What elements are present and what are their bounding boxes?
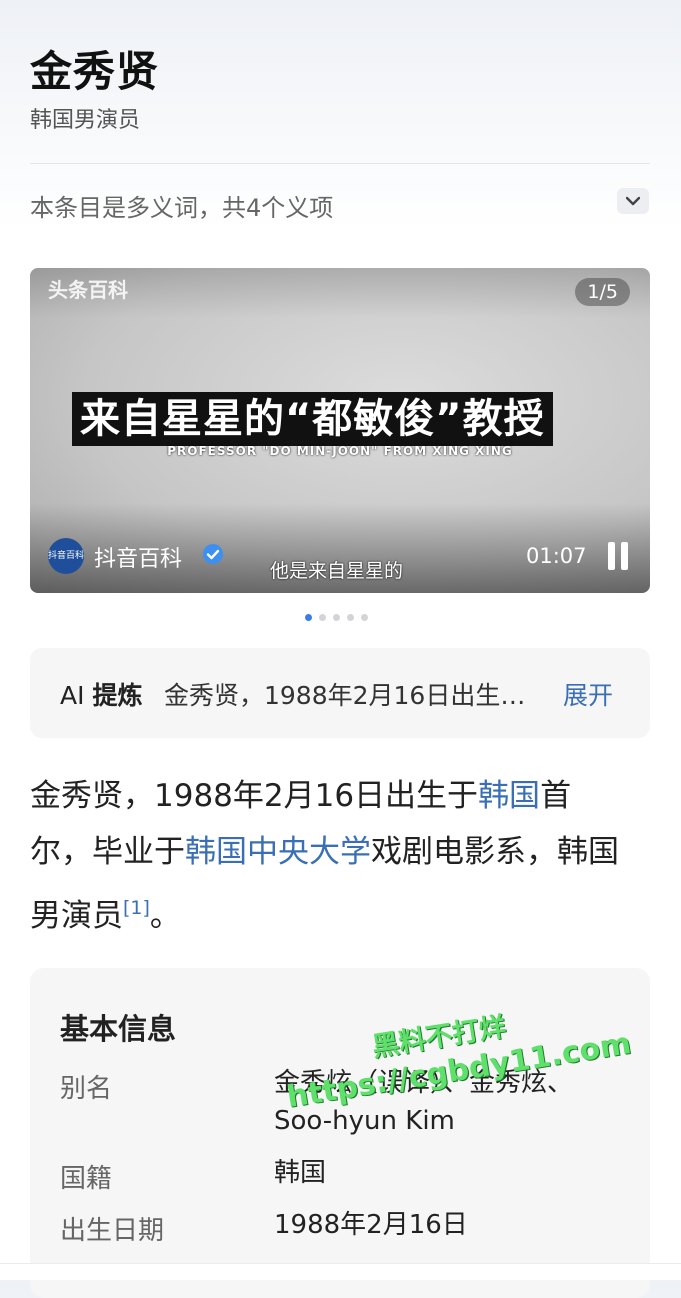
info-label-birthdate: 出生日期 <box>60 1216 165 1246</box>
carousel-dots <box>305 614 368 621</box>
carousel-dot[interactable] <box>319 614 326 621</box>
page-title: 金秀贤 <box>30 47 160 96</box>
source-name[interactable]: 抖音百科 <box>94 541 182 573</box>
link-korea[interactable]: 韩国 <box>478 778 540 814</box>
basic-info-card: 基本信息 别名 金秀炫（误译）、金秀炫、Soo-hyun Kim 国籍 韩国 出… <box>30 968 650 1298</box>
verified-icon <box>203 544 223 564</box>
basic-info-title: 基本信息 <box>60 1012 177 1046</box>
video-caption-main: 来自星星的“都敏俊”教授 <box>72 392 553 446</box>
pause-icon[interactable] <box>604 542 632 570</box>
info-value-alias: 金秀炫（误译）、金秀炫、Soo-hyun Kim <box>274 1068 574 1136</box>
info-value-birthdate: 1988年2月16日 <box>274 1210 468 1240</box>
bottom-edge <box>0 1263 681 1280</box>
video-subtitle: 他是来自星星的 <box>270 560 404 582</box>
chevron-down-icon <box>626 196 640 206</box>
summary-text: 。 <box>149 898 181 934</box>
slide-counter: 1/5 <box>575 278 630 306</box>
info-value-nationality[interactable]: 韩国 <box>274 1154 630 1192</box>
ai-summary-text: 金秀贤，1988年2月16日出生… <box>164 681 526 710</box>
ai-summary-box[interactable]: AI 提炼 金秀贤，1988年2月16日出生… 展开 <box>30 648 650 738</box>
video-watermark: 头条百科 <box>48 278 128 302</box>
video-time: 01:07 <box>526 544 587 568</box>
summary-paragraph: 金秀贤，1988年2月16日出生于韩国首尔，毕业于韩国中央大学戏剧电影系，韩国男… <box>30 768 630 944</box>
video-caption-sub: PROFESSOR "DO MIN-JOON" FROM XING XING <box>167 444 513 458</box>
divider <box>30 163 650 164</box>
summary-text: 金秀贤，1988年2月16日出生于 <box>30 778 479 814</box>
ai-expand-link[interactable]: 展开 <box>563 676 613 712</box>
info-label-alias: 别名 <box>60 1074 113 1104</box>
disambiguation-text: 本条目是多义词，共4个义项 <box>30 194 334 222</box>
reference-1[interactable]: [1] <box>123 897 150 919</box>
disambiguation-toggle[interactable] <box>617 188 649 214</box>
link-chung-ang-university[interactable]: 韩国中央大学 <box>185 834 371 870</box>
carousel-dot[interactable] <box>361 614 368 621</box>
carousel-dot[interactable] <box>305 614 312 621</box>
page-subtitle: 韩国男演员 <box>30 108 141 133</box>
carousel-dot[interactable] <box>347 614 354 621</box>
ai-summary-label: AI 提炼 <box>60 676 142 712</box>
source-avatar[interactable]: 抖音百科 <box>48 538 84 574</box>
video-player[interactable]: 头条百科 1/5 来自星星的“都敏俊”教授 PROFESSOR "DO MIN-… <box>30 268 650 593</box>
ai-label-prefix: AI <box>60 681 85 710</box>
ai-label-main: 提炼 <box>92 681 143 710</box>
carousel-dot[interactable] <box>333 614 340 621</box>
info-label-nationality: 国籍 <box>60 1164 113 1194</box>
source-avatar-text: 抖音百科 <box>48 550 85 561</box>
